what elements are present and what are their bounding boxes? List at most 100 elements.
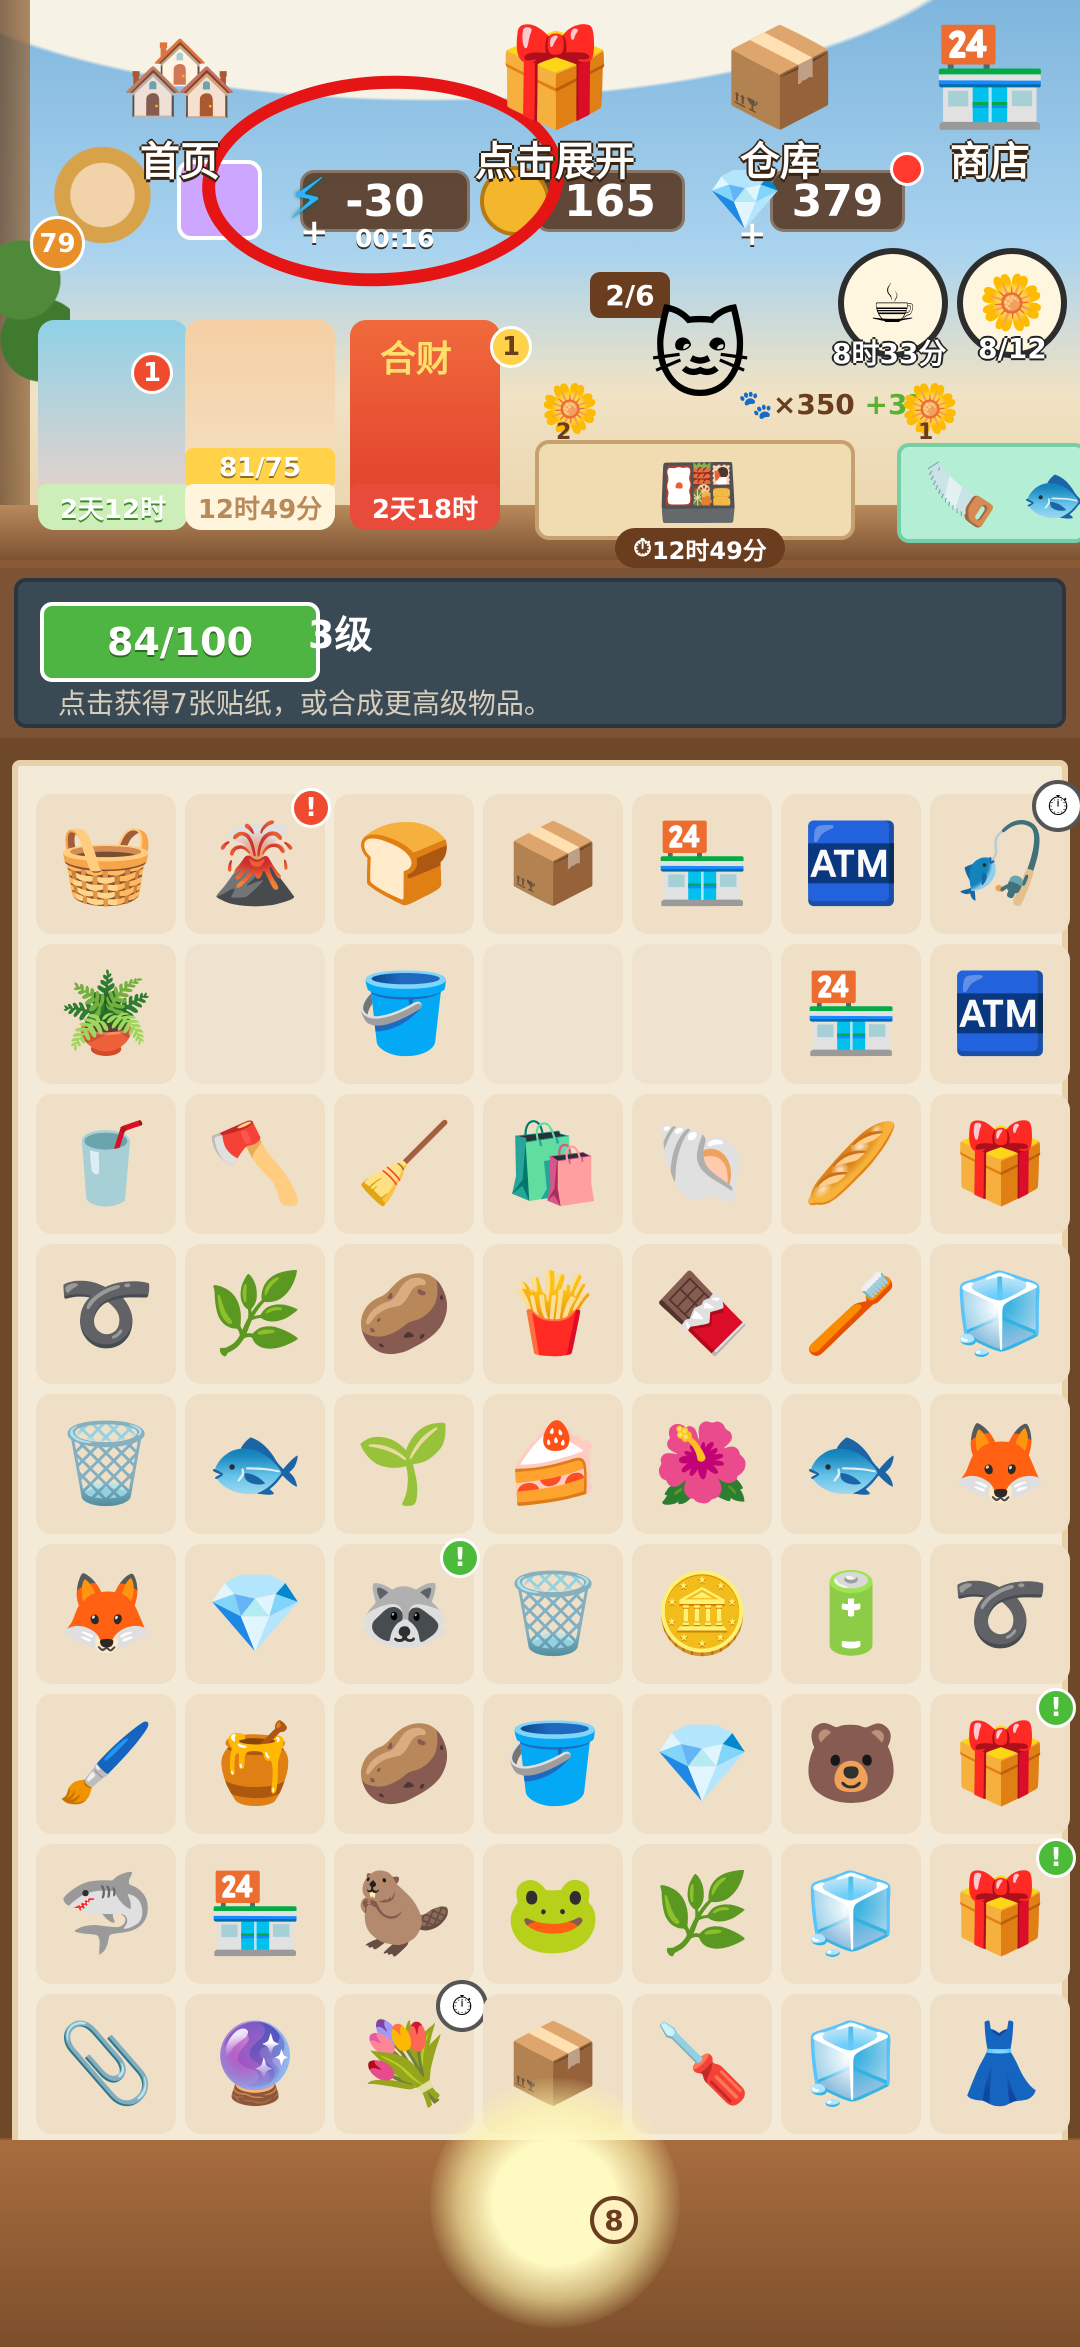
board-cell[interactable]: 🦊 (930, 1394, 1070, 1534)
board-cell[interactable]: 🏪 (781, 944, 921, 1084)
board-cell[interactable]: 🥖 (781, 1094, 921, 1234)
board-cell[interactable]: 🌱 (334, 1394, 474, 1534)
board-cell[interactable]: 🪥 (781, 1244, 921, 1384)
tool-slots[interactable]: 🪚 🐟 (897, 443, 1080, 543)
fortune-sign: 合财 (380, 339, 453, 380)
board-cell[interactable]: 🌺 (632, 1394, 772, 1534)
board-cell[interactable]: 🪴 (36, 944, 176, 1084)
board-cell[interactable]: 💎 (632, 1694, 772, 1834)
merge-item-icon: 💎 (206, 1569, 304, 1659)
board-cell[interactable]: 🎁! (930, 1688, 1076, 1834)
merge-item-icon: 🌿 (653, 1869, 751, 1959)
board-cell[interactable]: 🪣 (483, 1694, 623, 1834)
level-progress-bar: 84/100 (40, 602, 320, 682)
board-cell[interactable]: 🔮 (185, 1994, 325, 2134)
gem-plus-icon[interactable]: + (738, 214, 767, 254)
board-cell[interactable] (185, 944, 325, 1084)
merge-item-icon: 🎁 (951, 1869, 1049, 1959)
nav-shop[interactable]: 🏪 商店 (900, 0, 1080, 207)
merge-item-icon: 🧊 (802, 1869, 900, 1959)
board-cell[interactable]: 🗑️ (483, 1544, 623, 1684)
nav-home[interactable]: 🏘️ 首页 (20, 0, 340, 207)
board-cell[interactable]: 🧊 (930, 1244, 1070, 1384)
merge-item-icon: 🍫 (653, 1269, 751, 1359)
level-description: 点击获得7张贴纸，或合成更高级物品。 (58, 687, 552, 720)
board-cell[interactable]: 🍫 (632, 1244, 772, 1384)
character-card-girl[interactable]: 2天12时 (38, 320, 188, 530)
board-cell[interactable]: 🐸 (483, 1844, 623, 1984)
board-cell[interactable]: 🍰 (483, 1394, 623, 1534)
merge-item-icon: 🌿 (206, 1269, 304, 1359)
merge-item-icon: 🎁 (951, 1719, 1049, 1809)
board-cell[interactable]: 🧊 (781, 1844, 921, 1984)
shop-icon: 🏪 (930, 21, 1050, 133)
cat-mascot-icon[interactable]: 🐱 (650, 300, 750, 412)
board-cell[interactable]: 🧹 (334, 1094, 474, 1234)
merge-item-icon: 🥖 (802, 1119, 900, 1209)
paw-reward: 🐾×350 +35 (738, 388, 927, 421)
board-cell[interactable]: 🥤 (36, 1094, 176, 1234)
board-cell[interactable]: 🦝! (334, 1538, 480, 1684)
board-cell[interactable]: 🥔 (334, 1694, 474, 1834)
merge-item-icon: 🪓 (206, 1119, 304, 1209)
board-cell[interactable]: 🛍️ (483, 1094, 623, 1234)
storage-box-icon: 📦 (720, 21, 840, 133)
board-cell[interactable]: 🎣 ⏱ (930, 780, 1080, 934)
board-cell[interactable]: 💐 ⏱ (334, 1980, 488, 2134)
merge-item-icon: 🎁 (951, 1119, 1049, 1209)
board-cell[interactable]: 🪣 (334, 944, 474, 1084)
board-cell[interactable]: 🎁 (930, 1094, 1070, 1234)
board-cell[interactable] (483, 944, 623, 1084)
board-cell[interactable]: 🐚 (632, 1094, 772, 1234)
board-cell[interactable]: 🪛 (632, 1994, 772, 2134)
board-cell[interactable]: 🌿 (185, 1244, 325, 1384)
board-cell[interactable]: 🔋 (781, 1544, 921, 1684)
board-cell[interactable]: ➰ (930, 1544, 1070, 1684)
item-grid: 🧺 🌋! 🍞 📦 🏪 🏧 🎣 ⏱ 🪴 🪣 🏪 🏧 🥤 🪓 🧹 🛍️ 🐚 🥖 🎁 ➰ 🌿 🥔 🍟 🍫 🪥 🧊 🗑️ 🐟 🌱 🍰 🌺 🐟 🦊 🦊 💎 🦝!… (36, 780, 1080, 2134)
board-cell[interactable]: 🌋! (185, 788, 331, 934)
board-cell[interactable]: 🐻 (781, 1694, 921, 1834)
order-box[interactable]: 🍱 (535, 440, 855, 540)
board-cell[interactable]: 💎 (185, 1544, 325, 1684)
board-cell[interactable]: 🏪 (632, 794, 772, 934)
board-cell[interactable]: 🦊 (36, 1544, 176, 1684)
board-cell[interactable]: 🍞 (334, 794, 474, 934)
board-cell[interactable]: 🌿 (632, 1844, 772, 1984)
board-cell[interactable]: 🪓 (185, 1094, 325, 1234)
board-cell[interactable]: 👗 (930, 1994, 1070, 2134)
nav-storage[interactable]: 📦 仓库 (690, 0, 870, 207)
board-cell[interactable]: 🎁! (930, 1838, 1076, 1984)
board-cell[interactable]: 🦈 (36, 1844, 176, 1984)
fortune-timer: 2天18时 (350, 484, 500, 530)
tea-timer: 8时33分 (832, 337, 947, 370)
nav-expand[interactable]: 🎁 点击展开 (420, 0, 690, 207)
board-cell[interactable]: 🖌️ (36, 1694, 176, 1834)
character-card-fortune[interactable]: 合财 2天18时 (350, 320, 500, 530)
board-cell[interactable]: 🧺 (36, 794, 176, 934)
board-cell[interactable]: 🏧 (781, 794, 921, 934)
board-cell[interactable]: 🏪 (185, 1844, 325, 1984)
board-cell[interactable]: 🐟 (781, 1394, 921, 1534)
board-cell[interactable]: 🥔 (334, 1244, 474, 1384)
merge-item-icon: 🌱 (355, 1419, 453, 1509)
board-cell[interactable]: 🧊 (781, 1994, 921, 2134)
board-cell[interactable]: 🐟 (185, 1394, 325, 1534)
exclamation-icon: ! (291, 788, 331, 828)
board-cell[interactable] (632, 944, 772, 1084)
order-timer-text: 12时49分 (651, 536, 767, 565)
fish-icon: 🐟 (1021, 460, 1080, 530)
board-cell[interactable]: 🗑️ (36, 1394, 176, 1534)
character-card-fox[interactable]: 81/75 12时49分 (185, 320, 335, 530)
merge-item-icon: ➰ (57, 1269, 155, 1359)
board-cell[interactable]: 📦 (483, 794, 623, 934)
merge-item-icon: 👗 (951, 2019, 1049, 2109)
merge-item-icon: 🗑️ (57, 1419, 155, 1509)
board-cell[interactable]: 🏧 (930, 944, 1070, 1084)
board-cell[interactable]: 🍯 (185, 1694, 325, 1834)
board-cell[interactable]: 🍟 (483, 1244, 623, 1384)
board-cell[interactable]: 🪙 (632, 1544, 772, 1684)
board-cell[interactable]: 🦫 (334, 1844, 474, 1984)
board-cell[interactable]: ➰ (36, 1244, 176, 1384)
merge-item-icon: 📎 (57, 2019, 155, 2109)
board-cell[interactable]: 📎 (36, 1994, 176, 2134)
